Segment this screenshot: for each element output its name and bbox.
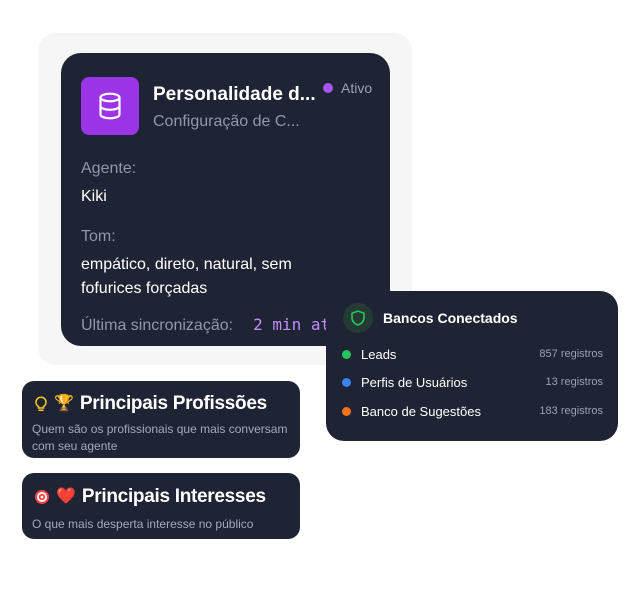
tone-value: empático, direto, natural, sem fofurices… [81, 256, 292, 297]
interests-header: ❤️ Principais Interesses [34, 486, 266, 508]
bank-name: Leads [361, 346, 397, 362]
shield-icon-badge [343, 303, 373, 333]
heart-icon: ❤️ [56, 488, 76, 505]
bank-item-leads[interactable]: Leads 857 registros [342, 345, 603, 363]
bank-status-dot [342, 406, 351, 416]
professions-header: 🏆 Principais Profissões [34, 393, 267, 415]
professions-card[interactable]: 🏆 Principais Profissões Quem são os prof… [22, 381, 300, 458]
bank-count: 183 registros [539, 405, 603, 417]
agent-label: Agente: [81, 160, 137, 177]
status-badge: Ativo [323, 80, 372, 96]
bank-status-dot [342, 377, 351, 387]
bank-count: 13 registros [545, 376, 603, 388]
bank-name: Perfis de Usuários [361, 374, 468, 390]
card-title: Personalidade d... [153, 84, 316, 105]
professions-title: Principais Profissões [79, 393, 267, 414]
interests-title: Principais Interesses [81, 486, 266, 507]
sync-row: Última sincronização: 2 min atrás [81, 315, 359, 335]
trophy-icon: 🏆 [54, 395, 74, 412]
professions-description: Quem são os profissionais que mais conve… [32, 422, 288, 453]
agent-value: Kiki [81, 188, 107, 205]
bank-name: Banco de Sugestões [361, 403, 481, 419]
bank-item-user-profiles[interactable]: Perfis de Usuários 13 registros [342, 373, 603, 391]
connected-banks-card[interactable]: Bancos Conectados Leads 857 registros Pe… [326, 291, 618, 441]
card-subtitle: Configuração de C... [153, 113, 300, 130]
bank-item-suggestions[interactable]: Banco de Sugestões 183 registros [342, 402, 603, 420]
status-dot [323, 83, 333, 93]
bank-status-dot [342, 349, 351, 359]
bank-count: 857 registros [539, 348, 603, 360]
database-icon [99, 92, 121, 120]
sync-label: Última sincronização: [81, 317, 234, 334]
database-icon-tile [81, 77, 139, 135]
interests-description: O que mais desperta interesse no público [32, 517, 254, 531]
status-label: Ativo [341, 80, 373, 96]
target-icon [35, 490, 49, 504]
shield-icon [351, 310, 365, 326]
interests-card[interactable]: ❤️ Principais Interesses O que mais desp… [22, 473, 300, 539]
lightbulb-icon [35, 396, 47, 412]
tone-label: Tom: [81, 228, 116, 245]
banks-title: Bancos Conectados [383, 310, 518, 326]
